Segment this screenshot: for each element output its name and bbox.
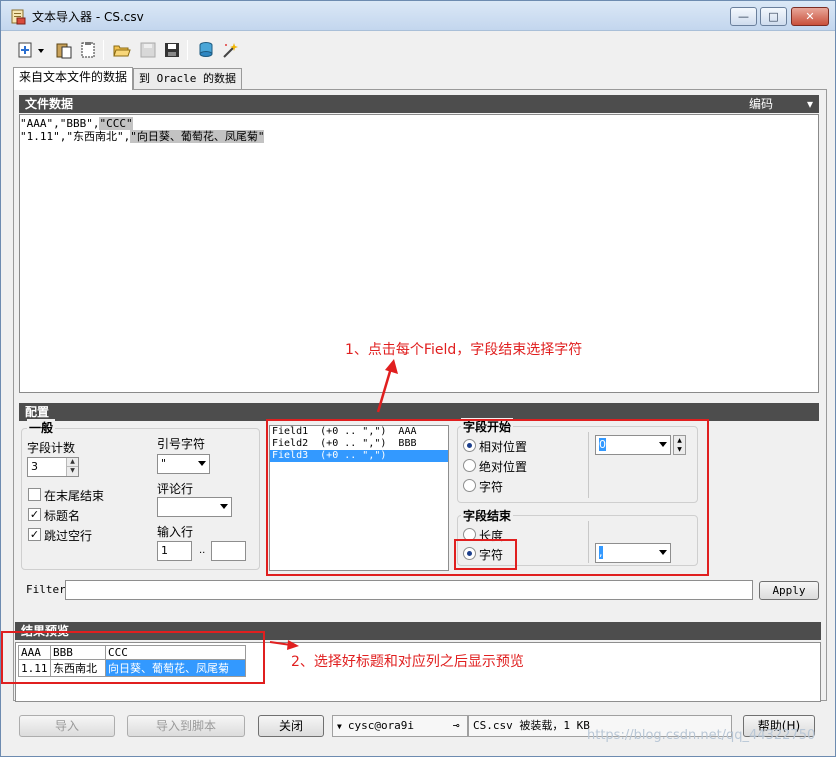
skip-empty-checkbox[interactable]: ✓ bbox=[28, 528, 41, 541]
toolbar-separator bbox=[103, 40, 104, 60]
field-count-input[interactable]: 3 ▲ ▼ bbox=[27, 457, 79, 477]
encoding-label: 编码 bbox=[749, 97, 774, 111]
input-row-from[interactable]: 1 bbox=[157, 541, 192, 561]
spin-down-icon[interactable]: ▼ bbox=[66, 467, 78, 476]
import-to-script-button[interactable]: 导入到脚本 bbox=[127, 715, 245, 737]
save-icon[interactable] bbox=[161, 39, 183, 61]
chevron-down-icon bbox=[220, 504, 228, 509]
apply-button[interactable]: Apply bbox=[759, 581, 819, 600]
save-disabled-icon bbox=[137, 39, 159, 61]
annotation-note-1: 1、点击每个Field，字段结束选择字符 bbox=[345, 342, 583, 358]
connection-selector[interactable]: ▼ cysc@ora9i ⊸ bbox=[332, 715, 468, 737]
tab-from-text-file[interactable]: 来自文本文件的数据 bbox=[13, 67, 134, 90]
filter-input[interactable] bbox=[65, 580, 753, 600]
watermark: https://blog.csdn.net/qq_44322750 bbox=[587, 728, 816, 743]
maximize-button[interactable]: □ bbox=[760, 7, 787, 26]
window-title: 文本导入器 - CS.csv bbox=[32, 10, 144, 24]
toolbar-separator bbox=[187, 40, 188, 60]
minimize-button[interactable]: — bbox=[730, 7, 757, 26]
file-data-title: 文件数据 bbox=[25, 97, 74, 111]
chevron-down-icon bbox=[198, 461, 206, 466]
chevron-down-icon: ▼ bbox=[337, 722, 342, 731]
skip-empty-label: 跳过空行 bbox=[44, 529, 93, 543]
tab-to-oracle[interactable]: 到 Oracle 的数据 bbox=[133, 68, 242, 89]
paste-icon[interactable] bbox=[53, 39, 75, 61]
close-window-button[interactable]: ✕ bbox=[791, 7, 829, 26]
clipboard-icon[interactable] bbox=[77, 39, 99, 61]
quote-char-select[interactable]: " bbox=[157, 454, 210, 474]
annotation-arrow-up bbox=[376, 359, 398, 413]
encoding-dropdown[interactable]: 编码 ▾ bbox=[749, 95, 813, 113]
chevron-down-icon: ▾ bbox=[807, 97, 814, 111]
file-line: "1.11","东西南北","向日葵、葡萄花、凤尾菊" bbox=[20, 130, 265, 143]
open-file-icon[interactable] bbox=[15, 39, 49, 61]
database-icon[interactable] bbox=[195, 39, 217, 61]
comment-row-label: 评论行 bbox=[157, 482, 194, 496]
field-count-label: 字段计数 bbox=[27, 441, 76, 455]
comment-row-select[interactable] bbox=[157, 497, 232, 517]
header-names-checkbox[interactable]: ✓ bbox=[28, 508, 41, 521]
annotation-note-2: 2、选择好标题和对应列之后显示预览 bbox=[291, 654, 524, 670]
file-line: "AAA","BBB","CCC" bbox=[20, 117, 133, 130]
input-row-to[interactable] bbox=[211, 541, 246, 561]
close-button[interactable]: 关闭 bbox=[258, 715, 324, 737]
title-bar[interactable]: 文本导入器 - CS.csv — □ ✕ bbox=[1, 1, 835, 31]
app-icon bbox=[10, 9, 26, 25]
text-importer-window: 文本导入器 - CS.csv — □ ✕ 来自文本文件的数据 到 Oracle … bbox=[0, 0, 836, 757]
open-folder-icon[interactable] bbox=[111, 39, 133, 61]
annotation-box-preview bbox=[1, 631, 265, 684]
quote-char-label: 引号字符 bbox=[157, 437, 206, 451]
header-names-label: 标题名 bbox=[44, 509, 81, 523]
filter-label: Filter bbox=[26, 583, 66, 596]
input-row-label: 输入行 bbox=[157, 525, 194, 539]
file-data-header: 文件数据 编码 ▾ bbox=[19, 95, 819, 113]
end-at-tail-label: 在末尾结束 bbox=[44, 489, 105, 503]
input-row-separator: .. bbox=[199, 545, 206, 556]
connect-plug-icon: ⊸ bbox=[453, 719, 460, 732]
end-at-tail-checkbox[interactable] bbox=[28, 488, 41, 501]
general-group-title: 一般 bbox=[27, 419, 56, 436]
import-button[interactable]: 导入 bbox=[19, 715, 115, 737]
annotation-box-end-char bbox=[454, 539, 517, 570]
wand-icon[interactable] bbox=[219, 39, 241, 61]
spin-up-icon[interactable]: ▲ bbox=[66, 458, 78, 467]
toolbar bbox=[7, 37, 827, 65]
